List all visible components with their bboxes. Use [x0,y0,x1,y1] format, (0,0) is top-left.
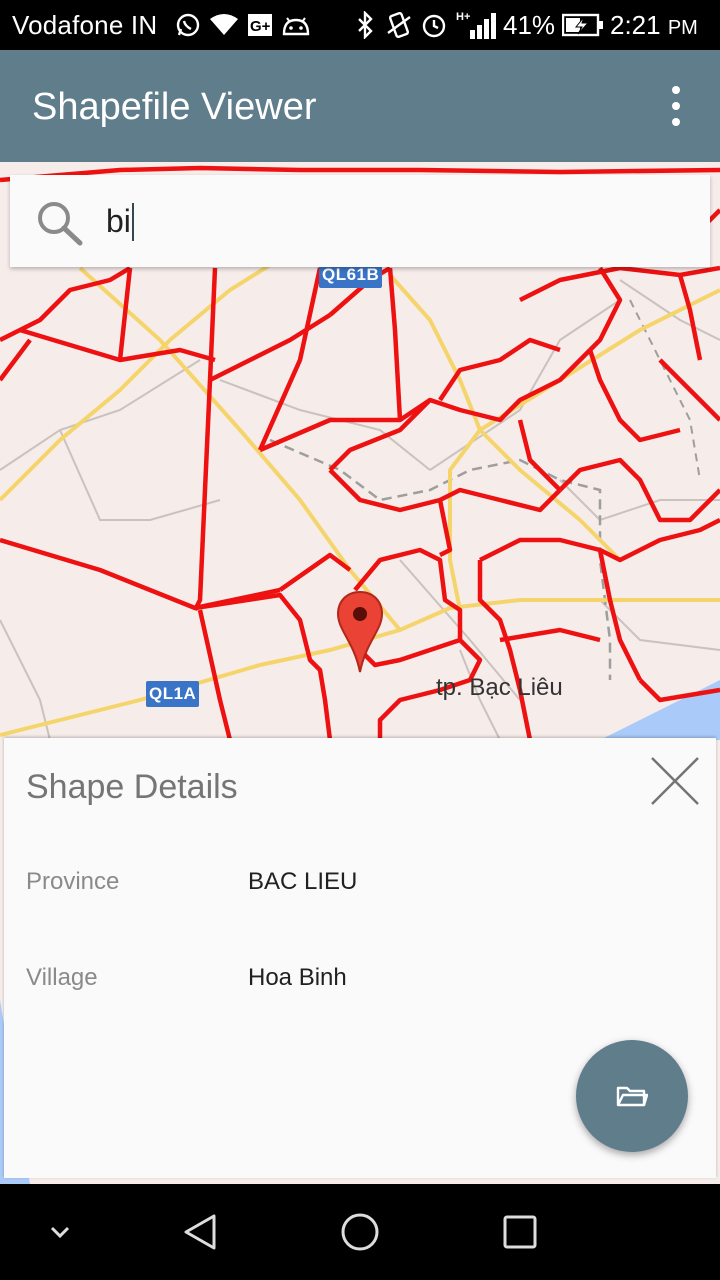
vibrate-icon [384,10,414,40]
whatsapp-icon [173,10,203,40]
carrier-label: Vodafone IN [12,10,158,40]
sea-area [600,680,720,740]
more-vert-icon[interactable] [660,86,692,126]
back-icon[interactable] [178,1208,222,1256]
panel-title: Shape Details [26,768,238,806]
map-pin-icon[interactable] [336,590,384,674]
wifi-icon [208,10,240,40]
bluetooth-icon [354,10,378,40]
search-bar [10,175,710,267]
village-value: Hoa Binh [248,964,347,991]
system-nav-bar [0,1184,720,1280]
home-icon[interactable] [338,1208,382,1256]
search-icon [38,202,83,246]
app-bar: Shapefile Viewer [0,50,720,162]
recents-icon[interactable] [500,1208,540,1256]
close-icon[interactable] [648,754,702,808]
clock: 2:21 PM [610,10,698,40]
village-label: Village [26,964,98,991]
place-label: tp. Bạc Liêu [436,674,563,701]
android-icon [280,10,312,40]
alarm-icon [420,10,448,40]
hide-keyboard-icon[interactable] [44,1208,76,1256]
province-label: Province [26,868,120,895]
google-plus-icon: G+ [246,10,274,40]
svg-text:G+: G+ [250,18,271,35]
battery-charging-icon [562,10,604,40]
open-file-button[interactable] [576,1040,688,1152]
province-value: BAC LIEU [248,868,358,895]
battery-percent: 41% [503,10,556,40]
folder-open-icon [616,1086,648,1107]
app-title: Shapefile Viewer [32,86,317,128]
signal-icon: H+ [455,10,497,40]
text-caret [132,203,134,241]
svg-text:H+: H+ [456,11,470,23]
search-input[interactable] [106,197,686,245]
status-bar: Vodafone IN G+ H+ 41% 2:21 PM [0,0,720,50]
road-shield: QL1A [146,681,200,707]
